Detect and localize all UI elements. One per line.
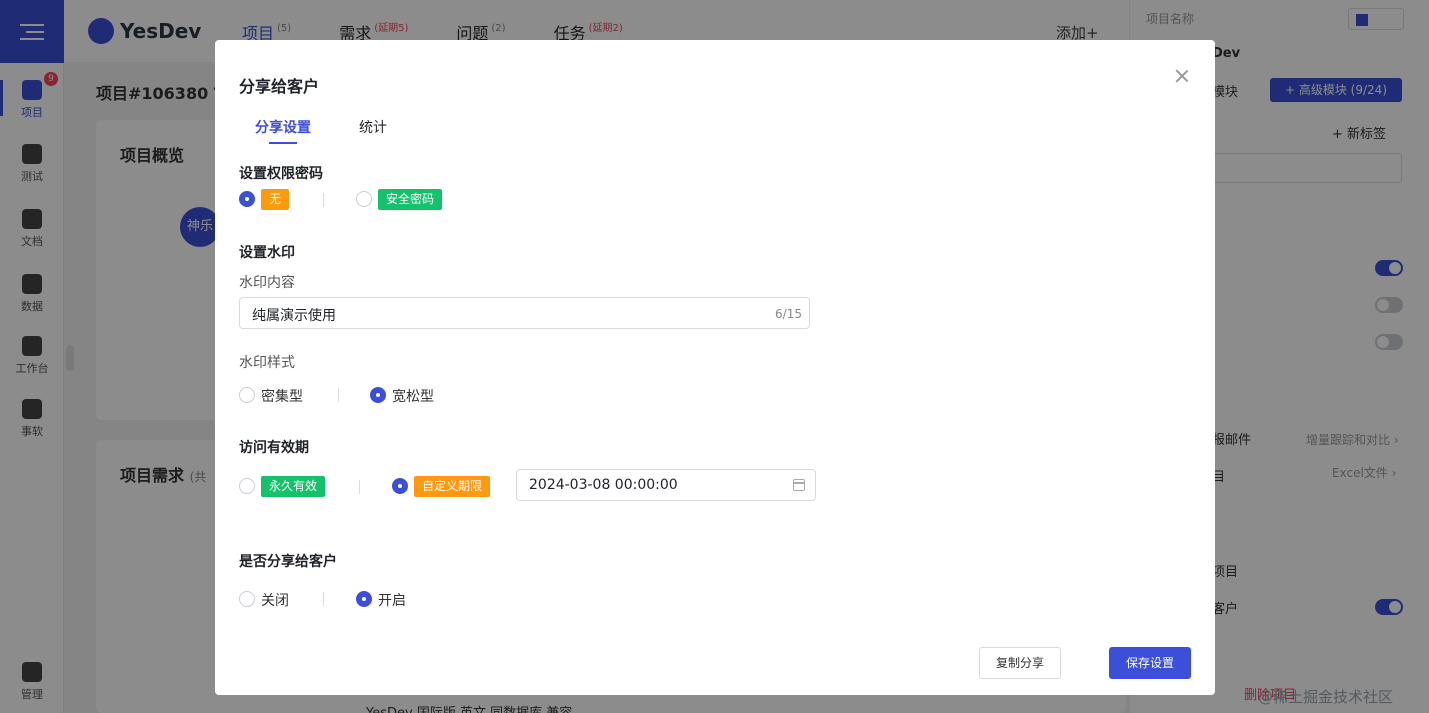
password-none-tag: 无 — [261, 189, 290, 210]
share-modal: 分享给客户 分享设置 统计 设置权限密码 无 安全密码 设置水印 水印内容 纯属… — [215, 40, 1215, 695]
share-on-radio[interactable] — [356, 591, 372, 607]
password-none-radio[interactable] — [239, 191, 255, 207]
expiry-date-value: 2024-03-08 00:00:00 — [529, 477, 678, 493]
watermark-content-label: 水印内容 — [239, 275, 295, 291]
tab-share-settings[interactable]: 分享设置 — [255, 117, 311, 137]
password-section-title: 设置权限密码 — [239, 166, 323, 182]
copy-share-button[interactable]: 复制分享 — [979, 647, 1061, 679]
watermark-style-label: 水印样式 — [239, 355, 295, 371]
style-loose-radio[interactable] — [370, 387, 386, 403]
style-loose-label[interactable]: 宽松型 — [392, 386, 434, 406]
calendar-icon[interactable] — [793, 479, 805, 491]
style-dense-label[interactable]: 密集型 — [261, 386, 303, 406]
divider — [338, 388, 339, 402]
share-off-label[interactable]: 关闭 — [261, 590, 289, 610]
char-count: 6/15 — [775, 307, 802, 321]
share-on-label[interactable]: 开启 — [378, 590, 406, 610]
validity-permanent-radio[interactable] — [239, 478, 255, 494]
expiry-date-input[interactable]: 2024-03-08 00:00:00 — [516, 469, 816, 501]
divider — [323, 592, 324, 606]
watermark-content-value: 纯属演示使用 — [252, 308, 336, 324]
save-settings-button[interactable]: 保存设置 — [1109, 647, 1191, 679]
validity-section-title: 访问有效期 — [239, 440, 309, 456]
password-secure-radio[interactable] — [356, 191, 372, 207]
divider — [323, 193, 324, 207]
close-icon[interactable] — [1173, 67, 1191, 85]
validity-custom-tag: 自定义期限 — [414, 476, 491, 497]
password-secure-tag: 安全密码 — [378, 189, 443, 210]
tab-active-indicator — [269, 142, 297, 144]
tab-statistics[interactable]: 统计 — [359, 117, 387, 137]
validity-custom-radio[interactable] — [392, 478, 408, 494]
divider — [359, 480, 360, 494]
watermark-section-title: 设置水印 — [239, 245, 295, 261]
watermark-content-input[interactable]: 纯属演示使用 6/15 — [239, 297, 810, 329]
modal-title: 分享给客户 — [239, 77, 320, 96]
validity-permanent-tag: 永久有效 — [261, 476, 326, 497]
style-dense-radio[interactable] — [239, 387, 255, 403]
share-section-title: 是否分享给客户 — [239, 554, 337, 570]
share-off-radio[interactable] — [239, 591, 255, 607]
